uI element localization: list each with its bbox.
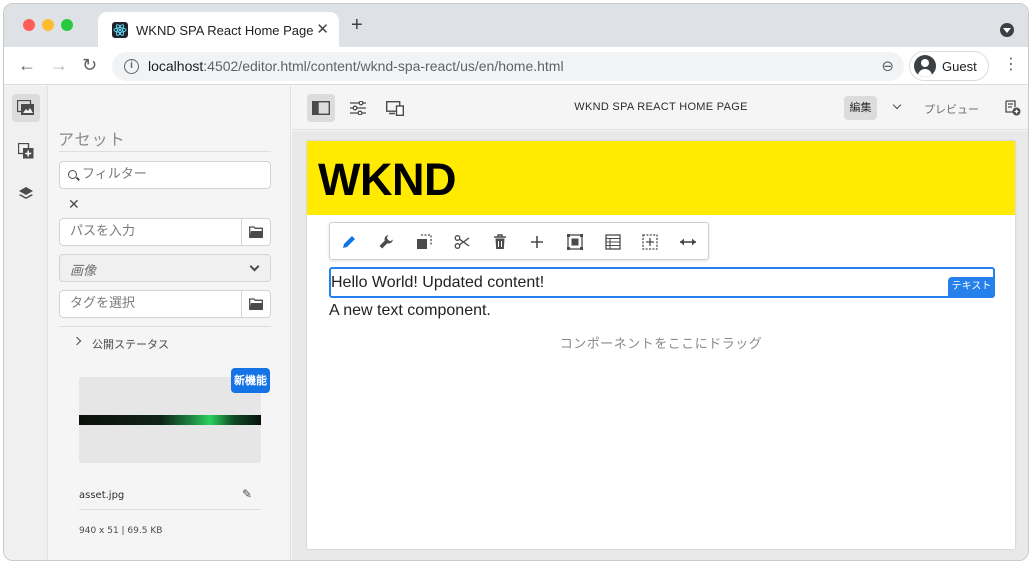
assets-icon [17, 100, 34, 115]
new-feature-badge: 新機能 [231, 368, 270, 393]
avatar-icon [914, 55, 936, 77]
group-button[interactable] [562, 229, 588, 255]
path-field [59, 218, 271, 246]
chevron-down-icon [249, 261, 260, 272]
new-tab-button[interactable]: + [351, 15, 363, 35]
asset-divider [79, 509, 261, 510]
browse-tags-button[interactable] [241, 291, 270, 317]
publish-status-toggle[interactable]: 公開ステータス [59, 326, 271, 354]
asset-image [79, 415, 261, 425]
address-bar[interactable]: i localhost:4502/editor.html/content/wkn… [112, 52, 904, 81]
text-component[interactable]: A new text component. [329, 302, 491, 320]
edit-asset-icon[interactable]: ✎ [242, 487, 252, 501]
content-tree-rail-button[interactable] [12, 180, 40, 208]
tab-title: WKND SPA React Home Page [136, 23, 314, 38]
search-icon [68, 170, 77, 179]
react-favicon-icon [112, 22, 128, 38]
close-window-button[interactable] [23, 19, 35, 31]
asset-meta: 940 x 51 | 69.5 KB [79, 526, 163, 536]
group-icon [567, 234, 583, 250]
page-info-button[interactable] [999, 94, 1027, 122]
minimize-window-button[interactable] [42, 19, 54, 31]
browser-window: WKND SPA React Home Page ✕ + ← → ↻ i loc… [3, 3, 1029, 561]
url-path: :4502/editor.html/content/wknd-spa-react… [203, 58, 564, 74]
path-input[interactable] [70, 224, 230, 239]
edit-button[interactable] [336, 229, 362, 255]
zoom-icon[interactable]: ⊖ [881, 57, 894, 75]
folder-icon [249, 298, 263, 310]
url-host: localhost [148, 58, 204, 74]
pencil-icon [343, 236, 355, 248]
browser-tab[interactable]: WKND SPA React Home Page ✕ [98, 12, 339, 47]
tab-search-icon[interactable] [1000, 23, 1014, 37]
edit-mode-button[interactable]: 編集 [844, 96, 877, 120]
clear-filter-icon[interactable]: ✕ [68, 196, 80, 213]
browser-toolbar: ← → ↻ i localhost:4502/editor.html/conte… [4, 47, 1028, 85]
url-text: localhost:4502/editor.html/content/wknd-… [148, 58, 564, 74]
cut-button[interactable] [449, 229, 475, 255]
profile-button[interactable]: Guest [909, 51, 989, 81]
side-rail [4, 86, 48, 560]
layers-icon [19, 187, 33, 199]
components-icon [18, 143, 34, 159]
browse-path-button[interactable] [241, 219, 270, 245]
copy-icon [417, 234, 432, 249]
page-frame: WKND Hello World! Updated content! テキスト … [307, 141, 1015, 549]
selected-text-content: Hello World! Updated content! [331, 274, 545, 291]
browser-menu-icon[interactable]: ⋮ [1003, 56, 1019, 74]
publish-status-label: 公開ステータス [92, 338, 169, 351]
asset-card[interactable]: asset.jpg ✎ 940 x 51 | 69.5 KB [79, 368, 269, 548]
page-info-icon [1005, 100, 1021, 116]
wrench-icon [379, 235, 393, 249]
delete-button[interactable] [487, 229, 513, 255]
parent-button[interactable] [600, 229, 626, 255]
insert-component-button[interactable] [524, 229, 550, 255]
filter-field [59, 161, 271, 189]
layout-icon [642, 234, 658, 250]
copy-button[interactable] [411, 229, 437, 255]
plus-icon [531, 236, 543, 248]
filter-input[interactable] [82, 167, 242, 182]
component-toolbar [329, 222, 709, 260]
editor-header: WKND SPA REACT HOME PAGE 編集 プレビュー [292, 86, 1028, 130]
reload-button[interactable]: ↻ [82, 55, 97, 75]
horizontal-arrows-icon [680, 238, 696, 246]
asset-type-value: 画像 [70, 264, 97, 279]
maximize-window-button[interactable] [61, 19, 73, 31]
panel-title: アセット [58, 132, 126, 149]
table-icon [605, 234, 621, 250]
asset-name: asset.jpg [79, 490, 125, 501]
resize-button[interactable] [675, 229, 701, 255]
component-type-label: テキスト [948, 277, 995, 297]
asset-type-select[interactable]: 画像 [59, 254, 271, 282]
chevron-right-icon [72, 336, 82, 346]
assets-rail-button[interactable] [12, 94, 40, 122]
tab-strip: WKND SPA React Home Page ✕ + [4, 4, 1028, 47]
component-dropzone[interactable]: コンポーネントをここにドラッグ [307, 333, 1015, 352]
site-info-icon[interactable]: i [124, 59, 139, 74]
site-logo[interactable]: WKND [318, 155, 456, 205]
panel-divider [59, 151, 271, 152]
tab-close-icon[interactable]: ✕ [316, 20, 329, 38]
tags-input[interactable] [70, 296, 230, 311]
editor-page-title: WKND SPA REACT HOME PAGE [574, 101, 748, 113]
layout-button[interactable] [637, 229, 663, 255]
forward-button[interactable]: → [50, 55, 68, 75]
scissors-icon [454, 235, 470, 249]
assets-panel: アセット ✕ 画像 [48, 86, 291, 560]
selected-text-component[interactable]: Hello World! Updated content! [329, 267, 995, 298]
configure-button[interactable] [373, 229, 399, 255]
folder-icon [249, 226, 263, 238]
preview-button[interactable]: プレビュー [924, 101, 979, 117]
components-rail-button[interactable] [12, 137, 40, 165]
back-button[interactable]: ← [18, 55, 36, 75]
site-header: WKND [307, 141, 1015, 215]
trash-icon [494, 234, 506, 249]
tags-field [59, 290, 271, 318]
profile-name: Guest [942, 59, 977, 74]
